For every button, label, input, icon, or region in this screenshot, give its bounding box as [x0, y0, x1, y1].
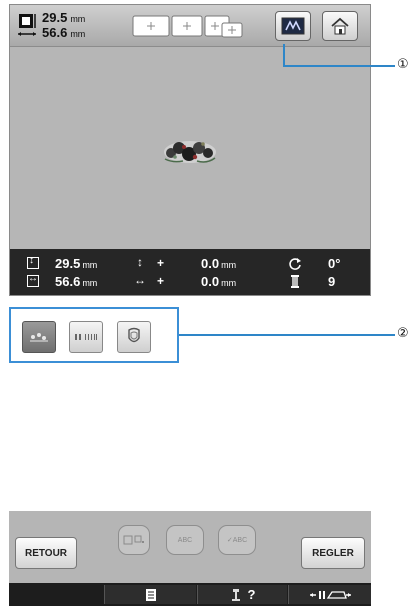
vertical-move-readout: 0.0 mm: [201, 256, 236, 271]
text-button: ABC: [166, 525, 204, 555]
embroidery-preview-area[interactable]: [10, 47, 370, 249]
callout-2-leader: [179, 334, 395, 336]
pattern-height-value: 29.5: [42, 10, 68, 25]
callout-2-label: ②: [397, 326, 409, 341]
top-toolbar: 29.5 mm 56.6 mm: [10, 5, 370, 47]
color-count-value: 9: [328, 274, 336, 289]
pattern-width-unit: mm: [70, 29, 86, 39]
home-icon: [331, 17, 349, 35]
set-button[interactable]: REGLER: [301, 537, 365, 569]
callout-1-leader-horizontal: [283, 65, 395, 67]
thread-spool-icon: [291, 275, 299, 288]
height-arrow-glyph: ↕: [29, 255, 34, 266]
pattern-height-unit: mm: [70, 14, 86, 24]
embroidery-screen: 29.5 mm 56.6 mm ↕ 29.5 mm ↕ + 0.0 mm 0° …: [9, 4, 371, 296]
width-value: 56.6: [55, 274, 81, 289]
text-abc-icon: ABC: [177, 536, 193, 544]
list-icon: [145, 588, 156, 601]
pattern-size-readout: 29.5 mm 56.6 mm: [42, 11, 85, 41]
applique-icon: [128, 327, 140, 343]
vertical-move-sign: +: [157, 256, 165, 270]
mirror-button: [118, 525, 150, 555]
bottom-control-panel: RETOUR ABC ✓ABC REGLER ?: [9, 511, 371, 606]
pattern-info-bar: ↕ 29.5 mm ↕ + 0.0 mm 0° ↔ 56.6 mm ↔ + 0.0 mm…: [10, 249, 370, 295]
width-readout: 56.6 mm: [55, 274, 97, 289]
help-mark: ?: [247, 587, 256, 602]
horizontal-move-readout: 0.0 mm: [201, 274, 236, 289]
list-button[interactable]: [104, 585, 196, 604]
vertical-move-unit: mm: [221, 260, 237, 270]
height-unit: mm: [82, 260, 98, 270]
applique-button[interactable]: [117, 321, 151, 353]
bottom-status-bar: ?: [9, 583, 371, 606]
presser-foot-icon: [310, 590, 351, 599]
edit-pattern-button[interactable]: [22, 321, 56, 353]
help-button[interactable]: ?: [197, 585, 287, 604]
hoop-frames-icon: [132, 15, 243, 38]
embroidery-display-icon: [281, 17, 305, 35]
horizontal-move-sign: +: [157, 274, 165, 288]
callout-1-leader-vertical: [283, 44, 285, 66]
check-abc-icon: ✓ABC: [226, 537, 248, 544]
width-unit: mm: [82, 278, 98, 288]
stitch-density-icon: [75, 334, 97, 340]
embroidery-display-button[interactable]: [275, 11, 311, 41]
pattern-width-value: 56.6: [42, 25, 68, 40]
rotation-value: 0°: [328, 256, 341, 271]
width-arrow-glyph: ↔: [28, 273, 38, 284]
embroidery-pattern-preview[interactable]: [161, 137, 219, 167]
size-icon: [18, 14, 36, 36]
horizontal-move-value: 0.0: [201, 274, 220, 289]
vertical-move-icon: ↕: [137, 255, 143, 269]
back-button[interactable]: RETOUR: [15, 537, 77, 569]
edit-pattern-icon: [30, 333, 48, 342]
height-value: 29.5: [55, 256, 81, 271]
stitch-density-button[interactable]: [69, 321, 103, 353]
rotate-icon: [289, 258, 301, 270]
vertical-move-value: 0.0: [201, 256, 220, 271]
home-button[interactable]: [322, 11, 358, 41]
horizontal-move-unit: mm: [221, 278, 237, 288]
mirror-icon: [123, 535, 144, 545]
presser-foot-button[interactable]: [288, 585, 371, 604]
check-text-button: ✓ABC: [218, 525, 256, 555]
height-readout: 29.5 mm: [55, 256, 97, 271]
edit-tools-group: [9, 307, 179, 363]
callout-1-label: ①: [397, 57, 409, 72]
help-icon: [231, 588, 240, 601]
horizontal-move-icon: ↔: [134, 273, 146, 287]
